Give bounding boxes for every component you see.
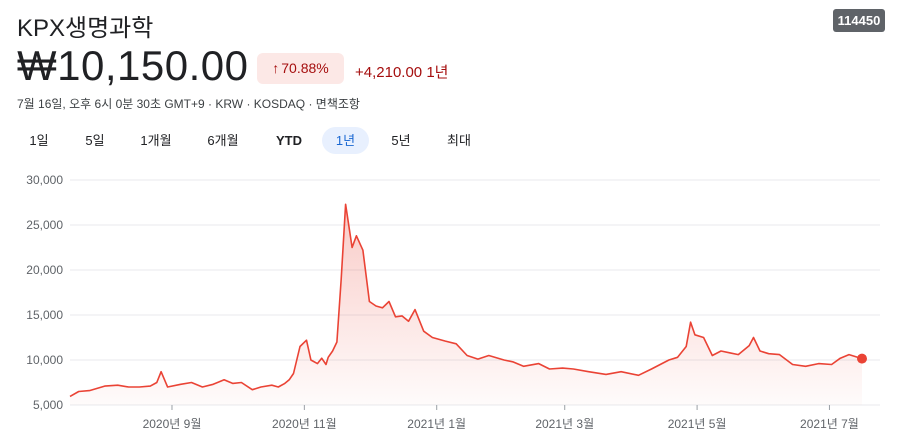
y-tick-label: 15,000 (26, 308, 63, 322)
y-tick-label: 30,000 (26, 173, 63, 187)
x-tick-label: 2021년 5월 (668, 417, 727, 431)
y-tick-label: 20,000 (26, 263, 63, 277)
x-tick-label: 2021년 7월 (800, 417, 859, 431)
x-tick-label: 2021년 1월 (407, 417, 466, 431)
x-tick-label: 2020년 9월 (143, 417, 202, 431)
y-tick-label: 25,000 (26, 218, 63, 232)
y-tick-label: 5,000 (33, 398, 63, 412)
x-tick-label: 2020년 11월 (272, 417, 337, 431)
price-area-fill (70, 204, 862, 405)
latest-price-point (857, 353, 867, 364)
price-chart[interactable]: 30,000 25,000 20,000 15,000 10,000 5,000 2020… (0, 0, 897, 444)
x-tick-label: 2021년 3월 (535, 417, 594, 431)
y-tick-label: 10,000 (26, 353, 63, 367)
